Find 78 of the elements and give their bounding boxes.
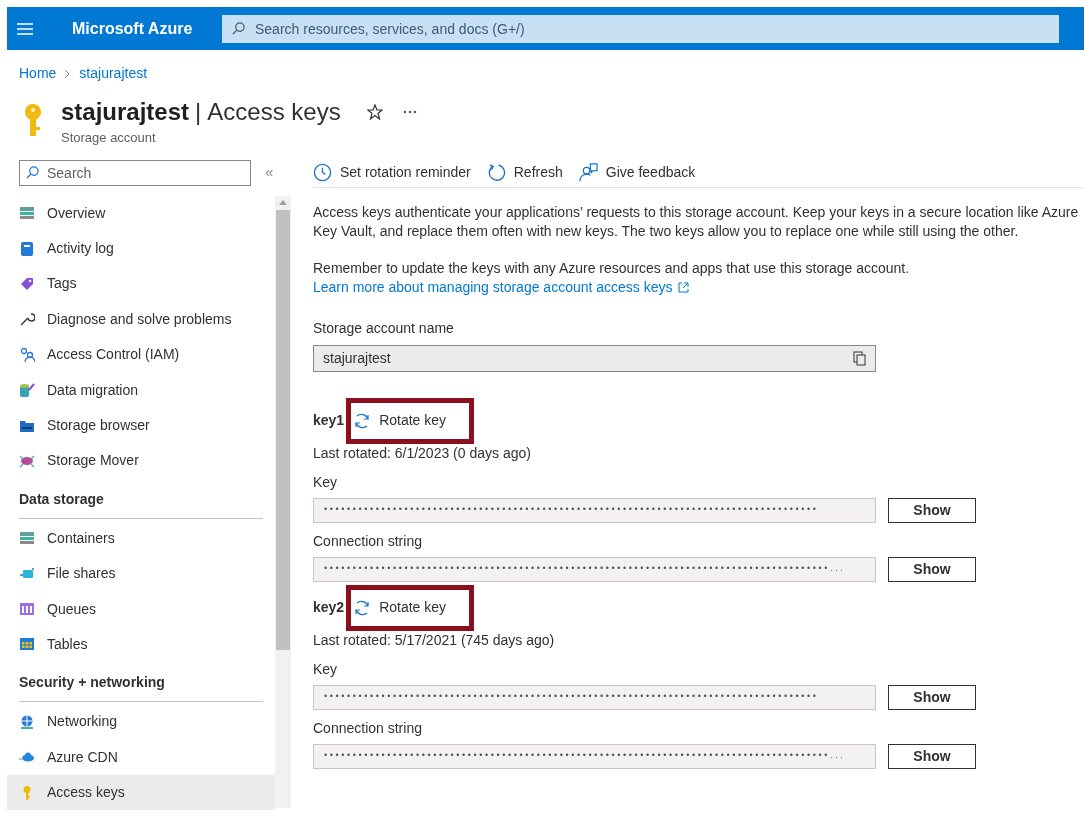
overview-icon <box>19 205 35 222</box>
sidebar-item[interactable]: File shares <box>7 556 275 592</box>
account-name-field[interactable]: stajurajtest <box>313 344 876 372</box>
breadcrumb-link[interactable]: Home <box>19 63 57 84</box>
sidebar-item[interactable]: Data migration <box>7 372 275 408</box>
rotate-icon <box>353 598 372 617</box>
sidebar-item[interactable]: Storage browser <box>7 407 275 444</box>
show-button[interactable]: Show <box>888 497 976 523</box>
show-button[interactable]: Show <box>888 743 976 769</box>
field-label: Connection string <box>313 531 423 551</box>
last-rotated-text: Last rotated: 5/17/2021 (745 days ago) <box>313 630 556 650</box>
title-separator: | <box>195 97 202 127</box>
section-heading: Security + networking <box>19 674 165 691</box>
star-icon[interactable] <box>366 104 383 120</box>
section-heading: Data storage <box>19 490 104 507</box>
sidebar-item[interactable]: Diagnose and solve problems <box>7 301 275 338</box>
search-icon <box>26 165 39 179</box>
sidebar-item[interactable]: Queues <box>7 591 275 627</box>
sidebar-search-field[interactable]: Search <box>19 159 251 186</box>
menu-icon <box>17 22 33 35</box>
learn-more-link[interactable]: Learn more about managing storage account access keys <box>313 277 689 297</box>
feedback-icon <box>578 162 598 182</box>
collapse-button[interactable]: « <box>265 161 274 184</box>
queue-icon <box>19 601 35 618</box>
reminder-text: Remember to update the keys with any Azure resources and apps that use this storage account. <box>313 258 911 278</box>
rotate-key-button[interactable]: Rotate key <box>346 584 475 631</box>
toolbar-button[interactable]: Set rotation reminder <box>313 161 471 183</box>
field-label: Key <box>313 472 339 492</box>
sidebar-item[interactable]: Access keys <box>7 774 275 811</box>
secret-field[interactable]: •••••••••••••••••••••••••••••••••••••••••••••••••••••••••••••••••••••••••••••••••••••• <box>313 497 876 523</box>
globe-icon <box>19 713 35 730</box>
sidebar-item[interactable]: Access Control (IAM) <box>7 337 275 373</box>
breadcrumb-link[interactable]: stajurajtest <box>79 63 148 84</box>
sidebar-item[interactable]: Azure CDN <box>7 739 275 775</box>
copy-icon[interactable] <box>853 350 866 366</box>
scrollbar[interactable] <box>275 195 291 808</box>
secret-field[interactable]: ••••••••••••••••••••••••••••••••••••••••••••••••••••••••••••••••••••••••••••••••••••••••... <box>313 743 876 769</box>
tag-icon <box>19 275 35 292</box>
external-link-icon <box>677 281 689 293</box>
page-title: Access keys <box>207 97 341 127</box>
sidebar-item[interactable]: Activity log <box>7 230 275 267</box>
refresh-icon <box>486 162 506 182</box>
field-label: Key <box>313 659 339 679</box>
chevron-icon <box>64 68 72 79</box>
toolbar-button[interactable]: Refresh <box>486 161 563 183</box>
log-icon <box>19 240 35 257</box>
resource-name: stajurajtest <box>61 97 190 127</box>
sidebar-item[interactable]: Containers <box>7 520 275 556</box>
sidebar-item[interactable]: Tags <box>7 266 275 302</box>
key-name: key2 <box>313 598 345 617</box>
show-button[interactable]: Show <box>888 556 976 582</box>
field-label: Connection string <box>313 718 423 738</box>
more-icon[interactable] <box>402 110 417 114</box>
show-button[interactable]: Show <box>888 684 976 710</box>
secret-field[interactable]: ••••••••••••••••••••••••••••••••••••••••••••••••••••••••••••••••••••••••••••••••••••••••... <box>313 556 876 582</box>
search-icon <box>232 21 245 35</box>
rotate-key-button[interactable]: Rotate key <box>346 397 475 444</box>
containers-icon <box>19 530 35 547</box>
clock-icon <box>313 162 332 182</box>
page-subtitle: Storage account <box>61 129 157 147</box>
toolbar-button[interactable]: Give feedback <box>578 161 696 183</box>
global-search-field[interactable]: Search resources, services, and docs (G+/) <box>222 14 1059 43</box>
field-label: Storage account name <box>313 318 455 338</box>
sidebar-item[interactable]: Networking <box>7 704 275 740</box>
secret-field[interactable]: •••••••••••••••••••••••••••••••••••••••••••••••••••••••••••••••••••••••••••••••••••••• <box>313 684 876 710</box>
sidebar-item[interactable]: Overview <box>7 195 275 231</box>
key-name: key1 <box>313 411 345 430</box>
rotate-icon <box>353 411 372 430</box>
sidebar-item[interactable]: Storage Mover <box>7 443 275 479</box>
brand-name[interactable]: Microsoft Azure <box>72 16 222 41</box>
intro-text: Access keys authenticate your applications’ requests to this storage account. Keep your keys in a secure location like Azure Key Vault, and replace them often with new keys. The two keys allow you to replace one while still using the other. <box>313 202 1080 241</box>
scroll-up-icon[interactable] <box>279 199 287 205</box>
bucket-icon <box>19 382 35 399</box>
sidebar-item[interactable]: Tables <box>7 626 275 663</box>
scroll-thumb[interactable] <box>276 209 290 650</box>
table-icon <box>19 636 35 653</box>
users-icon <box>19 346 35 363</box>
last-rotated-text: Last rotated: 6/1/2023 (0 days ago) <box>313 443 532 463</box>
